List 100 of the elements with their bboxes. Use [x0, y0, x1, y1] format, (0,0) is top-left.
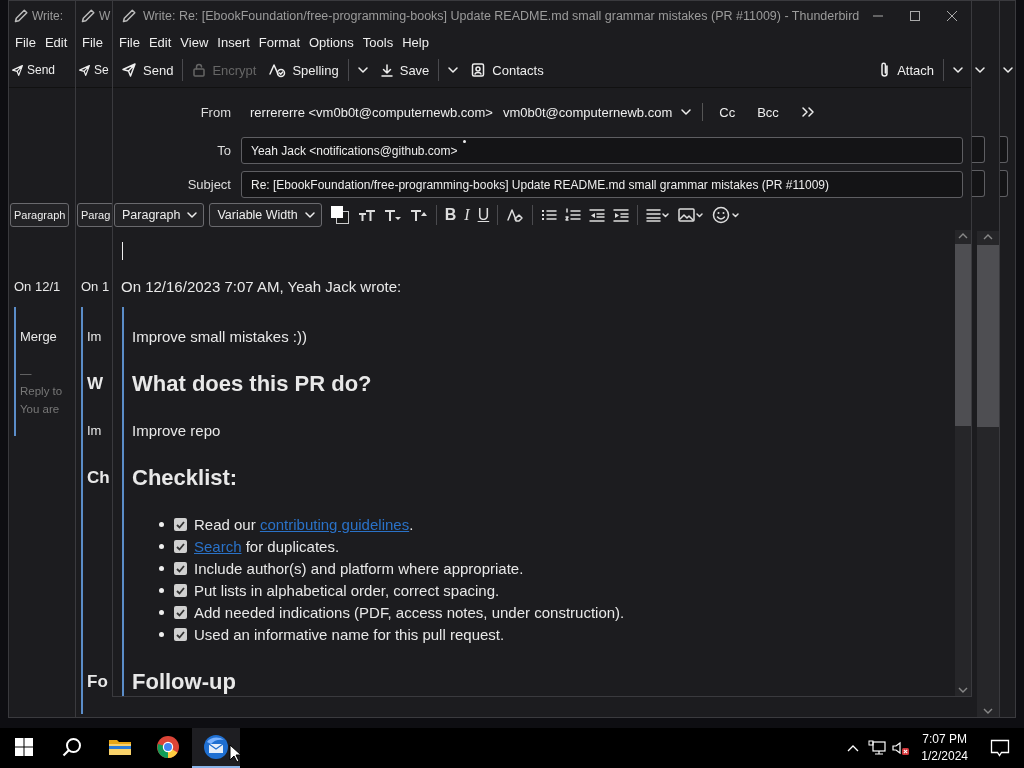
header-button[interactable]: Cc	[713, 102, 742, 122]
menu-item[interactable]: Edit	[144, 32, 176, 52]
dropdown-button[interactable]	[974, 66, 986, 74]
checkbox[interactable]	[174, 561, 187, 575]
menu-item[interactable]: Format	[254, 32, 304, 52]
clock[interactable]: 7:07 PM 1/2/2024	[913, 731, 976, 765]
heading: Checklist:	[132, 464, 239, 492]
checkbox[interactable]	[174, 517, 187, 531]
input-field[interactable]	[972, 136, 985, 163]
save-button[interactable]: Save	[373, 58, 436, 82]
attach-button[interactable]: Attach	[873, 57, 940, 83]
mail-app-icon	[203, 734, 229, 760]
format-dropdown[interactable]: Parag	[77, 203, 115, 227]
text-size-icon	[357, 207, 376, 223]
heading: Follow-up	[132, 668, 237, 696]
spelling-button[interactable]: Spelling	[262, 58, 345, 82]
input-field[interactable]	[972, 170, 985, 197]
scroll-up-icon	[983, 234, 993, 240]
menu-item[interactable]: Edit	[40, 32, 72, 52]
link[interactable]: Search	[194, 537, 242, 555]
chevron-down-icon	[356, 66, 369, 74]
signature-text: Reply to	[20, 384, 64, 399]
search-icon	[62, 737, 82, 757]
paper-plane-icon	[11, 63, 24, 77]
paragraph-text: Merge	[20, 328, 58, 346]
bold-button[interactable]: B	[441, 204, 460, 226]
subject-field[interactable]: Re: [EbookFoundation/free-programming-books] Update README.md small grammar mistakes (PR #11009)	[241, 171, 963, 198]
header-button[interactable]: Bcc	[751, 102, 785, 122]
browser-icon	[156, 735, 180, 759]
menu-item[interactable]: View	[176, 32, 213, 52]
menu-item[interactable]: Help	[398, 32, 433, 52]
pencil-icon	[121, 8, 137, 24]
signature-text: You are	[20, 402, 61, 417]
italic-button[interactable]: I	[461, 204, 473, 226]
menu-item[interactable]: File	[115, 32, 144, 52]
bullet-icon	[159, 587, 164, 593]
quote-attribution: On 12/16/2023 7:07 AM, Yeah Jack wrote:	[121, 277, 403, 297]
mouse-pointer-icon	[229, 744, 241, 763]
chevron-down-icon	[303, 211, 316, 219]
checkbox[interactable]	[174, 605, 187, 619]
field-label: Subject	[186, 177, 231, 192]
scroll-down-icon	[958, 687, 968, 693]
speech-bubble-icon	[990, 739, 1010, 757]
list-item-text: Add needed indications (PDF, access notes, under construction).	[194, 603, 625, 621]
bullet-icon	[159, 609, 164, 615]
chevron-down-icon	[1002, 66, 1014, 74]
checkbox[interactable]	[174, 627, 187, 641]
menu-item[interactable]: File	[78, 32, 107, 52]
window-title: W	[99, 9, 112, 23]
input-field[interactable]	[1000, 170, 1008, 197]
window-title: Write: Re: [EbookFoundation/free-programming-books] Update README.md small grammar mistakes (PR #11009) - Thunderbird	[143, 9, 860, 23]
smiley-icon	[712, 206, 741, 224]
heading: What does this PR do?	[132, 370, 373, 398]
folder-icon	[108, 737, 132, 757]
menu-item[interactable]: Insert	[213, 32, 254, 52]
align-left-icon	[646, 208, 671, 222]
list-item-text: Search for duplicates.	[194, 537, 340, 555]
menu-item[interactable]: Options	[305, 32, 358, 52]
checkbox[interactable]	[174, 539, 187, 553]
scrollbar-thumb[interactable]	[977, 245, 999, 427]
text-cursor	[122, 242, 123, 260]
checkbox[interactable]	[174, 583, 187, 597]
scroll-up-icon	[958, 233, 968, 239]
menu-item[interactable]: File	[11, 32, 40, 52]
paragraph-text: Im	[87, 422, 103, 440]
list-item-text: Used an informative name for this pull request.	[194, 625, 505, 643]
format-dropdown[interactable]: Paragraph	[10, 203, 70, 227]
contacts-button[interactable]: Contacts	[464, 58, 550, 82]
muted-speaker-icon	[891, 740, 912, 756]
paragraph-text: Improve small mistakes :))	[132, 327, 309, 347]
bullet-icon	[159, 543, 164, 549]
dropdown-button[interactable]	[1002, 66, 1014, 74]
underline-button[interactable]: U	[474, 204, 493, 226]
image-icon	[678, 207, 705, 223]
scrollbar-thumb[interactable]	[955, 244, 971, 426]
download-icon	[379, 62, 394, 78]
double-chevron-icon	[800, 106, 815, 118]
recipient-pill[interactable]: Yeah Jack <notifications@github.com>	[251, 143, 466, 158]
send-button[interactable]: Send	[115, 58, 180, 82]
identity-dropdown[interactable]: vm0b0t@computernewb.com	[502, 104, 693, 120]
send-button[interactable]: Send	[9, 59, 58, 81]
maximize-icon	[909, 10, 922, 22]
bullet-icon	[159, 521, 164, 527]
send-button[interactable]: Se	[76, 59, 111, 81]
close-icon	[946, 10, 959, 22]
list-item-text: Put lists in alphabetical order, correct spacing.	[194, 581, 500, 599]
paragraph-text: Im	[87, 328, 103, 346]
scrollbar[interactable]	[977, 231, 999, 717]
outdent-icon	[589, 208, 606, 222]
network-icon	[868, 740, 887, 756]
window-title: Write:	[32, 9, 65, 23]
input-field[interactable]	[1000, 136, 1008, 163]
format-dropdown[interactable]: Variable Width	[209, 203, 322, 227]
format-dropdown[interactable]: Paragraph	[114, 203, 205, 227]
menu-item[interactable]: Tools	[358, 32, 398, 52]
scrollbar[interactable]	[955, 230, 971, 696]
address-book-icon	[470, 62, 487, 78]
quote-attribution: On 12/1	[14, 278, 62, 296]
clock-time: 7:07 PM	[922, 731, 967, 748]
recipient-field[interactable]: Yeah Jack <notifications@github.com>	[241, 137, 963, 164]
